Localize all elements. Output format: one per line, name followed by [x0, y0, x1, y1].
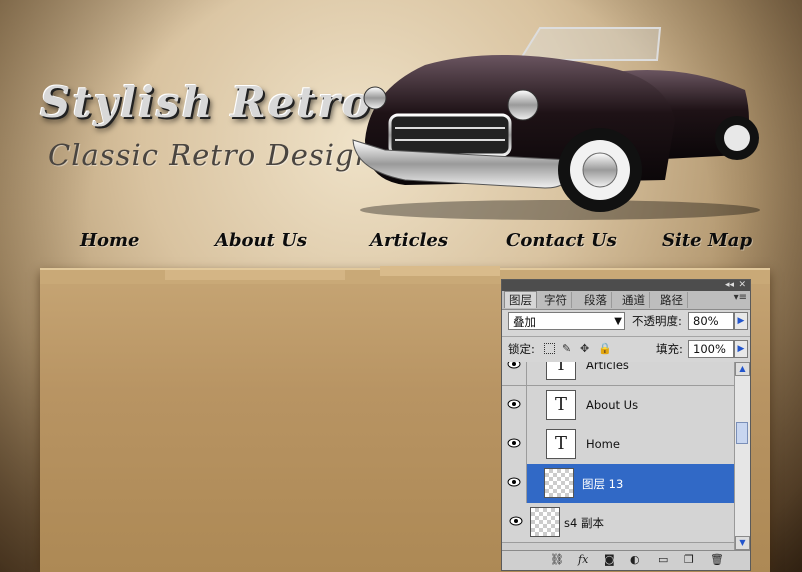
- car-illustration: [352, 27, 760, 220]
- paper-tear: [380, 266, 500, 276]
- raster-layer-thumbnail: [530, 507, 560, 537]
- layer-name: Articles: [586, 362, 629, 372]
- layer-name: Home: [586, 437, 620, 451]
- blend-mode-select[interactable]: 叠加 ▼: [508, 312, 625, 330]
- nav-about-us[interactable]: About Us: [215, 230, 307, 251]
- main-nav: Home About Us Articles Contact Us Site M…: [0, 230, 802, 260]
- layer-name: s4 副本: [564, 516, 604, 530]
- layer-row[interactable]: T Home: [502, 425, 734, 465]
- link-layers-icon[interactable]: ⛓: [550, 554, 564, 566]
- visibility-toggle[interactable]: [502, 425, 527, 464]
- scroll-down-icon[interactable]: ▼: [735, 536, 750, 550]
- layer-name: About Us: [586, 398, 639, 412]
- layer-row-selected[interactable]: 图层 13: [502, 464, 734, 504]
- lock-pixels-icon[interactable]: ✎: [562, 343, 573, 354]
- lock-label: 锁定:: [508, 342, 535, 356]
- eye-icon[interactable]: [509, 516, 523, 526]
- layer-row[interactable]: T About Us: [502, 386, 734, 426]
- lock-fill-row: 锁定: ✎ ✥ 🔒 填充: 100% ▶: [508, 340, 748, 362]
- scroll-up-icon[interactable]: ▲: [735, 362, 750, 376]
- divider: [502, 336, 750, 337]
- nav-contact-us[interactable]: Contact Us: [506, 230, 617, 251]
- fx-icon[interactable]: fx: [578, 554, 588, 566]
- logo-subtitle: Classic Retro Design: [48, 138, 375, 172]
- lock-position-icon[interactable]: ✥: [580, 343, 591, 354]
- paper-tear: [165, 270, 345, 280]
- nav-site-map[interactable]: Site Map: [662, 230, 752, 251]
- scroll-thumb[interactable]: [736, 422, 748, 444]
- layers-list: T Articles T About Us T Home 图层 13 s4 副本: [502, 362, 734, 550]
- eye-icon: [507, 477, 521, 487]
- eye-icon: [507, 362, 521, 369]
- chevron-down-icon: ▼: [614, 316, 622, 327]
- panel-tabs: 图层 字符 段落 通道 路径 ▾≡: [502, 291, 750, 310]
- tab-paths[interactable]: 路径: [656, 292, 688, 308]
- close-icon[interactable]: ✕: [738, 280, 746, 291]
- opacity-label: 不透明度:: [632, 314, 682, 328]
- tab-paragraph[interactable]: 段落: [580, 292, 612, 308]
- opacity-arrow-button[interactable]: ▶: [734, 312, 748, 330]
- lock-transparency-icon[interactable]: [544, 343, 555, 354]
- layer-name: 图层 13: [582, 477, 624, 491]
- fill-arrow-button[interactable]: ▶: [734, 340, 748, 358]
- tab-layers[interactable]: 图层: [504, 291, 537, 308]
- nav-home[interactable]: Home: [80, 230, 140, 251]
- tab-channels[interactable]: 通道: [618, 292, 650, 308]
- visibility-toggle[interactable]: [502, 362, 527, 385]
- eye-icon: [507, 438, 521, 448]
- delete-layer-icon[interactable]: 🗑: [710, 554, 724, 566]
- opacity-field[interactable]: 80%: [688, 312, 734, 330]
- nav-articles[interactable]: Articles: [370, 230, 448, 251]
- layer-row[interactable]: T Articles: [502, 362, 734, 386]
- layer-row[interactable]: s4 副本: [502, 503, 734, 543]
- panel-menu-icon[interactable]: ▾≡: [734, 292, 747, 303]
- new-layer-icon[interactable]: ❐: [684, 554, 694, 566]
- layers-panel: ◂◂ ✕ 图层 字符 段落 通道 路径 ▾≡ 叠加 ▼ 不透明度: 80% ▶ …: [501, 279, 751, 571]
- fill-field[interactable]: 100%: [688, 340, 734, 358]
- blend-mode-value: 叠加: [513, 315, 536, 329]
- new-group-icon[interactable]: ▭: [658, 554, 668, 566]
- add-mask-icon[interactable]: ◙: [604, 554, 615, 566]
- raster-layer-thumbnail: [544, 468, 574, 498]
- blend-opacity-row: 叠加 ▼ 不透明度: 80% ▶: [508, 312, 748, 334]
- text-layer-thumbnail: T: [546, 390, 576, 420]
- collapse-icon[interactable]: ◂◂: [725, 280, 734, 291]
- panel-footer: ⛓ fx ◙ ◐ ▭ ❐ 🗑: [502, 550, 750, 570]
- logo-title: Stylish Retro: [40, 78, 373, 127]
- tab-character[interactable]: 字符: [540, 292, 572, 308]
- text-layer-thumbnail: T: [546, 362, 576, 380]
- lock-all-icon[interactable]: 🔒: [598, 343, 612, 354]
- layers-scrollbar[interactable]: ▲ ▼: [734, 362, 750, 550]
- panel-titlebar[interactable]: ◂◂ ✕: [502, 280, 750, 291]
- visibility-toggle[interactable]: [502, 386, 527, 425]
- visibility-toggle[interactable]: [502, 464, 527, 503]
- fill-label: 填充:: [656, 342, 683, 356]
- adjustment-layer-icon[interactable]: ◐: [630, 554, 640, 566]
- text-layer-thumbnail: T: [546, 429, 576, 459]
- eye-icon: [507, 399, 521, 409]
